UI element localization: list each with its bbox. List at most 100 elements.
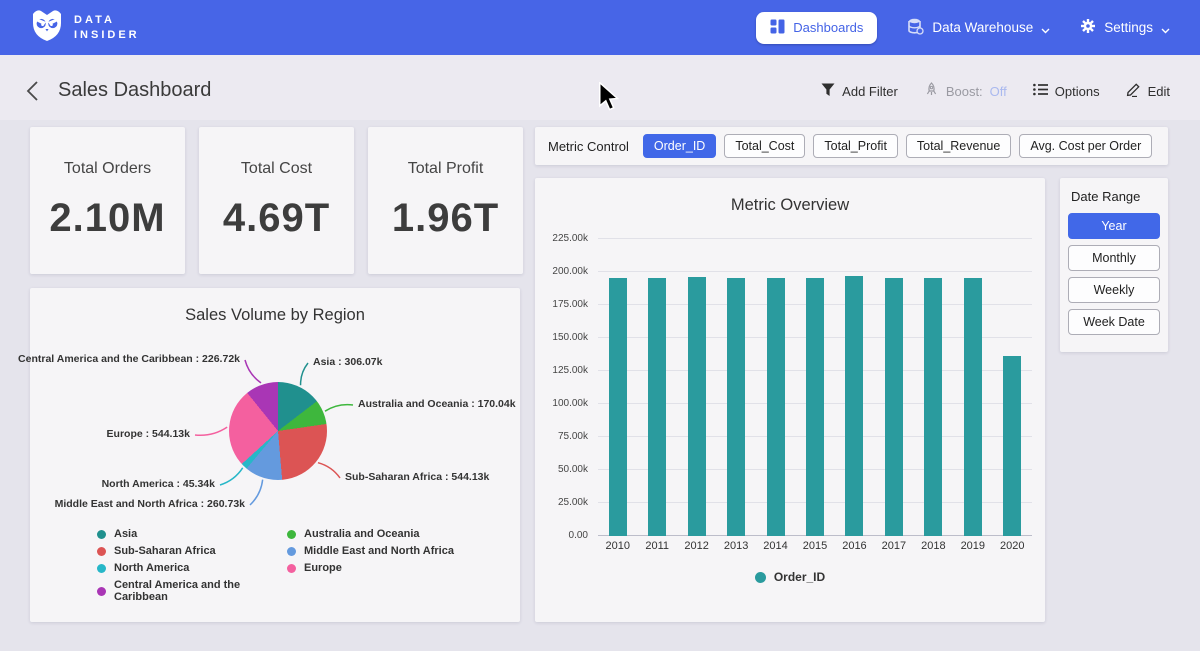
y-tick-label: 200.00k bbox=[536, 266, 588, 277]
bar-2012[interactable] bbox=[688, 277, 706, 537]
bar-slot bbox=[716, 239, 755, 536]
bar-2017[interactable] bbox=[885, 278, 903, 536]
bar-slot bbox=[637, 239, 676, 536]
filter-funnel-icon bbox=[821, 83, 835, 100]
date-range-option-year[interactable]: Year bbox=[1068, 213, 1160, 239]
metric-control-bar: Metric Control Order_IDTotal_CostTotal_P… bbox=[535, 127, 1168, 165]
back-button[interactable] bbox=[26, 80, 46, 102]
kpi-label: Total Cost bbox=[241, 160, 312, 178]
owl-logo-icon bbox=[30, 7, 64, 48]
database-icon bbox=[907, 18, 924, 38]
date-range-label: Date Range bbox=[1071, 189, 1160, 204]
bar-slot bbox=[993, 239, 1032, 536]
kpi-value: 1.96T bbox=[392, 196, 499, 241]
bar-2018[interactable] bbox=[924, 278, 942, 536]
bar-slot bbox=[795, 239, 834, 536]
bar-2011[interactable] bbox=[648, 278, 666, 536]
bar-2010[interactable] bbox=[609, 278, 627, 536]
date-range-option-monthly[interactable]: Monthly bbox=[1068, 245, 1160, 271]
y-tick-label: 0.00 bbox=[536, 530, 588, 541]
bar-2013[interactable] bbox=[727, 278, 745, 536]
kpi-label: Total Orders bbox=[64, 160, 151, 178]
bar-2014[interactable] bbox=[767, 278, 785, 536]
settings-menu[interactable]: Settings bbox=[1080, 18, 1170, 37]
date-range-options: Year Monthly Weekly Week Date bbox=[1068, 213, 1160, 335]
brand-logo[interactable]: DATA INSIDER bbox=[30, 7, 140, 48]
legend-item-middle-east-and-north-africa: Middle East and North Africa bbox=[287, 545, 454, 557]
y-tick-label: 75.00k bbox=[536, 431, 588, 442]
legend-label: Order_ID bbox=[774, 570, 825, 584]
bar-2015[interactable] bbox=[806, 278, 824, 536]
pie-chart-area: Asia : 306.07kAustralia and Oceania : 17… bbox=[30, 327, 520, 527]
boost-state: Off bbox=[990, 84, 1007, 99]
y-tick-label: 225.00k bbox=[536, 233, 588, 244]
kpi-card-total-orders: Total Orders 2.10M bbox=[30, 127, 185, 274]
metric-option-avg-cost-per-order[interactable]: Avg. Cost per Order bbox=[1019, 134, 1152, 158]
edit-button[interactable]: Edit bbox=[1126, 82, 1170, 100]
date-range-option-week-date[interactable]: Week Date bbox=[1068, 309, 1160, 335]
metric-option-order-id[interactable]: Order_ID bbox=[643, 134, 716, 158]
legend-dot bbox=[287, 564, 296, 573]
y-tick-label: 175.00k bbox=[536, 299, 588, 310]
kpi-card-total-cost: Total Cost 4.69T bbox=[199, 127, 354, 274]
list-options-icon bbox=[1033, 83, 1048, 99]
add-filter-button[interactable]: Add Filter bbox=[821, 83, 898, 100]
date-range-panel: Date Range Year Monthly Weekly Week Date bbox=[1060, 178, 1168, 352]
pie-legend: AsiaAustralia and OceaniaSub-Saharan Afr… bbox=[97, 528, 520, 603]
top-navigation: DATA INSIDER Dashboards bbox=[0, 0, 1200, 55]
bar-slot bbox=[914, 239, 953, 536]
y-tick-label: 100.00k bbox=[536, 398, 588, 409]
bar-plot-area: 225.00k200.00k175.00k150.00k125.00k100.0… bbox=[598, 239, 1032, 536]
bar-2019[interactable] bbox=[964, 278, 982, 536]
rocket-icon bbox=[924, 82, 939, 100]
legend-dot bbox=[755, 572, 766, 583]
bar-slot bbox=[835, 239, 874, 536]
bar-x-axis-labels: 2010201120122013201420152016201720182019… bbox=[598, 540, 1032, 552]
legend-dot bbox=[97, 587, 106, 596]
y-tick-label: 50.00k bbox=[536, 464, 588, 475]
kpi-label: Total Profit bbox=[408, 160, 484, 178]
legend-dot bbox=[97, 530, 106, 539]
legend-item-central-america-and-the-caribbean: Central America and the Caribbean bbox=[97, 579, 287, 603]
bar-2016[interactable] bbox=[845, 276, 863, 536]
chevron-down-icon bbox=[1041, 23, 1050, 32]
y-tick-label: 150.00k bbox=[536, 332, 588, 343]
dashboards-button[interactable]: Dashboards bbox=[756, 12, 877, 44]
date-range-option-weekly[interactable]: Weekly bbox=[1068, 277, 1160, 303]
bar-slot bbox=[756, 239, 795, 536]
metric-option-total-revenue[interactable]: Total_Revenue bbox=[906, 134, 1011, 158]
metric-overview-card: Metric Overview 225.00k200.00k175.00k150… bbox=[535, 178, 1045, 622]
x-tick-label: 2014 bbox=[756, 540, 795, 552]
pie-callout-central-america-and-the-caribbean: Central America and the Caribbean : 226.… bbox=[18, 353, 240, 365]
x-tick-label: 2020 bbox=[993, 540, 1032, 552]
x-tick-label: 2015 bbox=[795, 540, 834, 552]
kpi-value: 4.69T bbox=[223, 196, 330, 241]
legend-dot bbox=[287, 530, 296, 539]
legend-dot bbox=[97, 564, 106, 573]
legend-item-australia-and-oceania: Australia and Oceania bbox=[287, 528, 454, 540]
pie-callout-asia: Asia : 306.07k bbox=[313, 356, 382, 368]
metric-option-total-profit[interactable]: Total_Profit bbox=[813, 134, 898, 158]
pie-callout-europe: Europe : 544.13k bbox=[107, 428, 190, 440]
bar-slot bbox=[677, 239, 716, 536]
x-tick-label: 2016 bbox=[835, 540, 874, 552]
legend-item-asia: Asia bbox=[97, 528, 287, 540]
pie-callout-north-america: North America : 45.34k bbox=[102, 478, 215, 490]
legend-dot bbox=[97, 547, 106, 556]
y-tick-label: 125.00k bbox=[536, 365, 588, 376]
dashboard-grid-icon bbox=[770, 19, 785, 37]
brand-name: DATA INSIDER bbox=[74, 13, 140, 43]
pie-callout-middle-east-and-north-africa: Middle East and North Africa : 260.73k bbox=[55, 498, 245, 510]
legend-item-north-america: North America bbox=[97, 562, 287, 574]
data-warehouse-menu[interactable]: Data Warehouse bbox=[907, 18, 1050, 38]
boost-toggle[interactable]: Boost: Off bbox=[924, 82, 1007, 100]
metric-option-total-cost[interactable]: Total_Cost bbox=[724, 134, 805, 158]
x-tick-label: 2013 bbox=[716, 540, 755, 552]
bar-slot bbox=[874, 239, 913, 536]
y-tick-label: 25.00k bbox=[536, 497, 588, 508]
pencil-icon bbox=[1126, 82, 1141, 100]
options-button[interactable]: Options bbox=[1033, 83, 1100, 99]
pie-chart[interactable] bbox=[229, 382, 327, 480]
pie-chart-title: Sales Volume by Region bbox=[30, 306, 520, 325]
bar-2020[interactable] bbox=[1003, 356, 1021, 536]
